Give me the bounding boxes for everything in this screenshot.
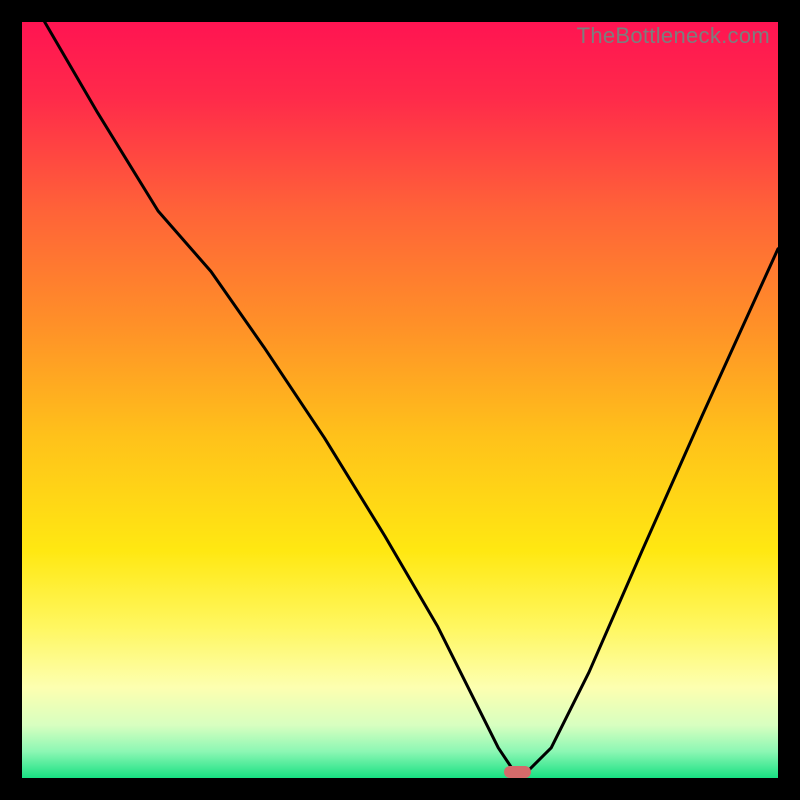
- chart-frame: TheBottleneck.com: [0, 0, 800, 800]
- watermark-label: TheBottleneck.com: [577, 23, 770, 49]
- optimal-range-marker: [504, 766, 531, 778]
- plot-area: TheBottleneck.com: [22, 22, 778, 778]
- bottleneck-curve: [22, 22, 778, 778]
